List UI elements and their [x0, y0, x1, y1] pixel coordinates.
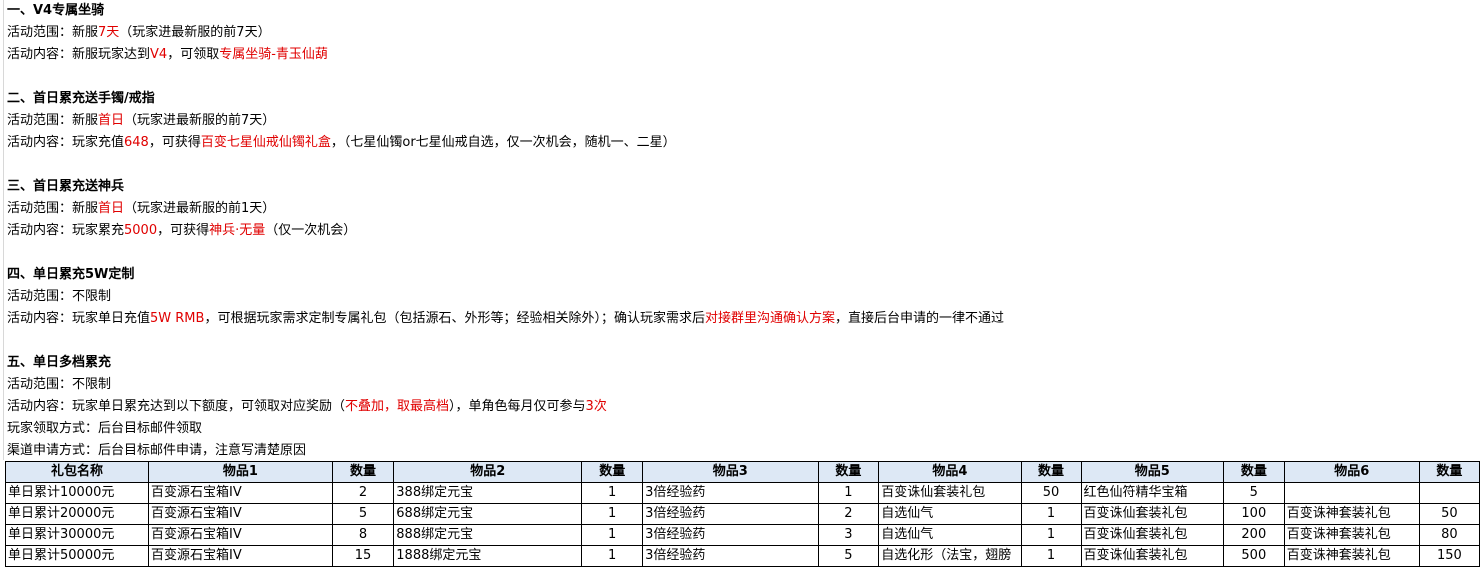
cell-qty[interactable]: 1: [1020, 503, 1082, 525]
cell-item[interactable]: 3倍经验药: [642, 503, 819, 525]
header-qty-2[interactable]: 数量: [581, 461, 644, 483]
cell-item[interactable]: 百变源石宝箱IV: [148, 503, 333, 525]
reward-table: 礼包名称 物品1 数量 物品2 数量 物品3 数量 物品4 数量 物品5 数量 …: [4, 461, 1480, 567]
cell-gift-name[interactable]: 单日累计30000元: [4, 524, 150, 546]
table-row: 单日累计30000元 百变源石宝箱IV 8 888绑定元宝 1 3倍经验药 3 …: [4, 524, 1480, 546]
cell-item[interactable]: 388绑定元宝: [393, 482, 583, 504]
header-item-1[interactable]: 物品1: [148, 461, 333, 483]
header-qty-1[interactable]: 数量: [331, 461, 395, 483]
cell-qty[interactable]: 3: [817, 524, 880, 546]
cell-qty[interactable]: 1: [581, 503, 644, 525]
cell-item[interactable]: 百变源石宝箱IV: [148, 545, 333, 567]
section-3-line-2: 活动内容：玩家累充5000，可获得神兵·无量（仅一次机会）: [7, 223, 357, 238]
table-row: 单日累计10000元 百变源石宝箱IV 2 388绑定元宝 1 3倍经验药 1 …: [4, 482, 1480, 504]
section-5-line-4: 渠道申请方式：后台目标邮件申请，注意写清楚原因: [7, 443, 307, 458]
section-1-title: 一、V4专属坐骑: [7, 3, 105, 18]
cell-item[interactable]: 百变源石宝箱IV: [148, 524, 333, 546]
header-gift-name[interactable]: 礼包名称: [4, 461, 150, 483]
cell-qty[interactable]: 8: [331, 524, 395, 546]
cell-item[interactable]: 自选仙气: [878, 524, 1022, 546]
header-item-6[interactable]: 物品6: [1283, 461, 1420, 483]
cell-qty[interactable]: 150: [1418, 545, 1480, 567]
section-5-line-3: 玩家领取方式：后台目标邮件领取: [7, 421, 203, 436]
section-1-line-1: 活动范围：新服7天（玩家进最新服的前7天）: [7, 25, 271, 40]
cell-qty[interactable]: [1418, 482, 1480, 504]
header-qty-6[interactable]: 数量: [1418, 461, 1480, 483]
cell-item[interactable]: 3倍经验药: [642, 482, 819, 504]
cell-qty[interactable]: 200: [1222, 524, 1285, 546]
cell-qty[interactable]: 1: [1020, 545, 1082, 567]
table-row: 单日累计50000元 百变源石宝箱IV 15 1888绑定元宝 1 3倍经验药 …: [4, 545, 1480, 567]
section-3-line-1: 活动范围：新服首日（玩家进最新服的前1天）: [7, 201, 276, 216]
table-row: 单日累计20000元 百变源石宝箱IV 5 688绑定元宝 1 3倍经验药 2 …: [4, 503, 1480, 525]
cell-item[interactable]: 3倍经验药: [642, 545, 819, 567]
cell-qty[interactable]: 5: [817, 545, 880, 567]
cell-item[interactable]: [1283, 482, 1420, 504]
cell-gift-name[interactable]: 单日累计20000元: [4, 503, 150, 525]
section-2-line-2: 活动内容：玩家充值648，可获得百变七星仙戒仙镯礼盒，（七星仙镯or七星仙戒自选…: [7, 135, 676, 150]
header-item-5[interactable]: 物品5: [1080, 461, 1224, 483]
cell-qty[interactable]: 1: [817, 482, 880, 504]
section-1-line-2: 活动内容：新服玩家达到V4，可领取专属坐骑-青玉仙葫: [7, 47, 328, 62]
header-qty-3[interactable]: 数量: [817, 461, 880, 483]
cell-qty[interactable]: 100: [1222, 503, 1285, 525]
cell-qty[interactable]: 15: [331, 545, 395, 567]
cell-item[interactable]: 1888绑定元宝: [393, 545, 583, 567]
cell-gift-name[interactable]: 单日累计50000元: [4, 545, 150, 567]
header-item-2[interactable]: 物品2: [393, 461, 583, 483]
cell-item[interactable]: 百变诛仙套装礼包: [1080, 524, 1224, 546]
cell-item[interactable]: 百变诛仙套装礼包: [1080, 545, 1224, 567]
section-4-title: 四、单日累充5W定制: [7, 267, 135, 282]
cell-item[interactable]: 自选化形（法宝，翅膀: [878, 545, 1022, 567]
section-5-line-1: 活动范围：不限制: [7, 377, 112, 392]
cell-item[interactable]: 3倍经验药: [642, 524, 819, 546]
cell-gift-name[interactable]: 单日累计10000元: [4, 482, 150, 504]
cell-item[interactable]: 688绑定元宝: [393, 503, 583, 525]
spreadsheet-sheet: 一、V4专属坐骑 活动范围：新服7天（玩家进最新服的前7天） 活动内容：新服玩家…: [0, 0, 1480, 577]
header-item-4[interactable]: 物品4: [878, 461, 1022, 483]
section-5-line-2: 活动内容：玩家单日累充达到以下额度，可领取对应奖励（不叠加，取最高档），单角色每…: [7, 399, 607, 414]
cell-qty[interactable]: 1: [581, 545, 644, 567]
cell-item[interactable]: 百变诛神套装礼包: [1283, 545, 1420, 567]
section-5-title: 五、单日多档累充: [7, 355, 112, 370]
cell-qty[interactable]: 5: [331, 503, 395, 525]
cell-item[interactable]: 百变诛神套装礼包: [1283, 503, 1420, 525]
cell-qty[interactable]: 5: [1222, 482, 1285, 504]
header-qty-5[interactable]: 数量: [1222, 461, 1285, 483]
cell-qty[interactable]: 50: [1418, 503, 1480, 525]
cell-item[interactable]: 百变诛仙套装礼包: [1080, 503, 1224, 525]
cell-qty[interactable]: 80: [1418, 524, 1480, 546]
header-item-3[interactable]: 物品3: [642, 461, 819, 483]
cell-qty[interactable]: 2: [817, 503, 880, 525]
left-gridline: [3, 0, 4, 460]
table-header-row: 礼包名称 物品1 数量 物品2 数量 物品3 数量 物品4 数量 物品5 数量 …: [4, 461, 1480, 483]
section-2-line-1: 活动范围：新服首日（玩家进最新服的前7天）: [7, 113, 276, 128]
cell-qty[interactable]: 500: [1222, 545, 1285, 567]
cell-qty[interactable]: 1: [1020, 524, 1082, 546]
cell-item[interactable]: 红色仙符精华宝箱: [1080, 482, 1224, 504]
header-qty-4[interactable]: 数量: [1020, 461, 1082, 483]
cell-item[interactable]: 百变源石宝箱IV: [148, 482, 333, 504]
cell-item[interactable]: 百变诛神套装礼包: [1283, 524, 1420, 546]
cell-qty[interactable]: 1: [581, 482, 644, 504]
cell-qty[interactable]: 1: [581, 524, 644, 546]
cell-qty[interactable]: 2: [331, 482, 395, 504]
cell-item[interactable]: 888绑定元宝: [393, 524, 583, 546]
section-4-line-2: 活动内容：玩家单日充值5W RMB，可根据玩家需求定制专属礼包（包括源石、外形等…: [7, 311, 1004, 326]
cell-item[interactable]: 自选仙气: [878, 503, 1022, 525]
section-2-title: 二、首日累充送手镯/戒指: [7, 91, 155, 106]
section-3-title: 三、首日累充送神兵: [7, 179, 125, 194]
section-4-line-1: 活动范围：不限制: [7, 289, 112, 304]
cell-qty[interactable]: 50: [1020, 482, 1082, 504]
cell-item[interactable]: 百变诛仙套装礼包: [878, 482, 1022, 504]
